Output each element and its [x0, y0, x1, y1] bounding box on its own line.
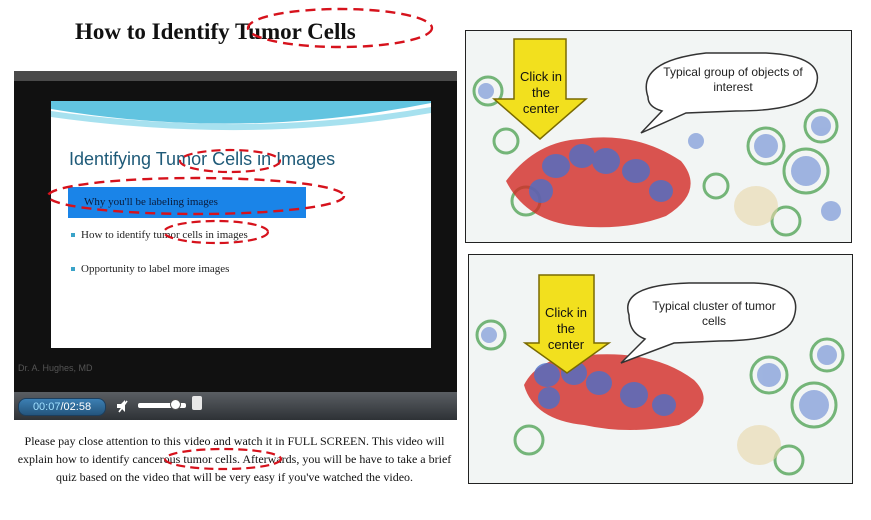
video-player[interactable]: Identifying Tumor Cells in Images Why yo…: [14, 71, 457, 420]
player-caption: Dr. A. Hughes, MD: [18, 363, 93, 373]
description-annotation-oval: [163, 447, 283, 471]
bullet-annotation-oval: [46, 176, 346, 216]
fullscreen-button[interactable]: [192, 396, 202, 410]
click-center-label: Click in the center: [520, 69, 562, 116]
slide-annotation-ovals: [162, 148, 282, 245]
callout-text: Typical cluster of tumor cells: [652, 299, 776, 328]
volume-icon[interactable]: [115, 398, 131, 414]
callout-text: Typical group of objects of interest: [663, 65, 803, 94]
cell-tissue-image: [469, 255, 852, 483]
cell-tissue-image: [466, 31, 851, 242]
click-center-label: Click in the center: [545, 305, 587, 352]
example-image-panel: Click in the center Typical cluster of t…: [468, 254, 853, 484]
current-time: 00:07: [32, 401, 61, 413]
total-time: 02:58: [63, 401, 92, 413]
volume-knob[interactable]: [170, 399, 181, 410]
player-top-bar: [14, 71, 457, 81]
example-image-panel: Click in the center Typical group of obj…: [465, 30, 852, 243]
time-display: 00:07/02:58: [18, 398, 106, 416]
player-controls: 00:07/02:58: [14, 392, 457, 420]
title-annotation-oval: [246, 7, 434, 49]
video-slide[interactable]: Identifying Tumor Cells in Images Why yo…: [51, 101, 431, 348]
